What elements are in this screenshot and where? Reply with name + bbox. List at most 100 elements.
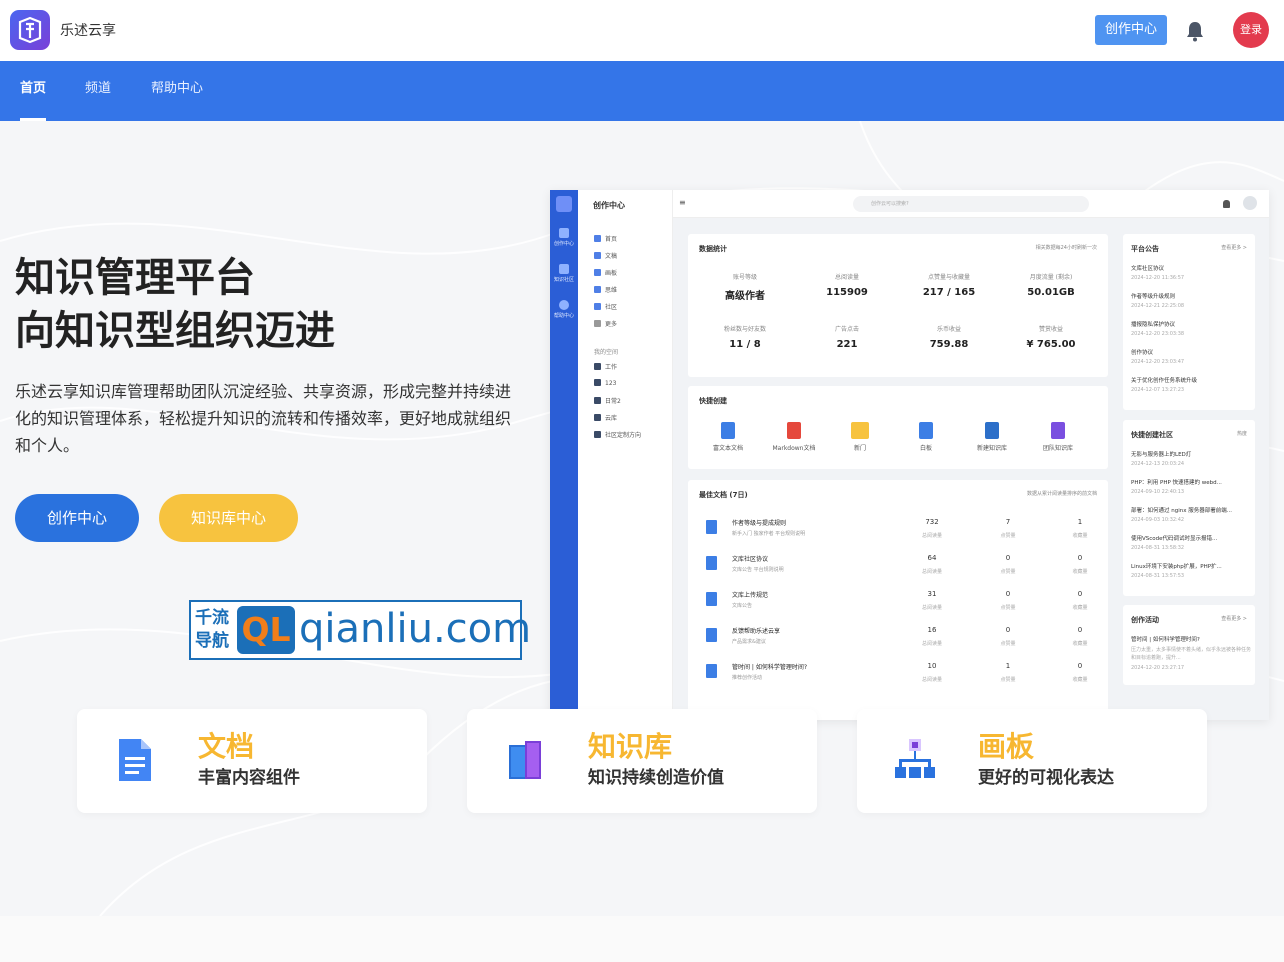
quick-create-item: 新门: [830, 422, 890, 452]
create-center-button[interactable]: 创作中心: [1095, 15, 1167, 45]
announcement-item: 播报隐私保护协议 2024-12-20 23:03:38: [1131, 320, 1251, 337]
quick-create-item: 新建知识库: [962, 422, 1022, 452]
doc-icon: [706, 628, 717, 642]
stat-item: 账号等级 高级作者: [700, 272, 790, 302]
doc-metric-label: 收藏量: [1072, 677, 1088, 683]
folder-label: 工作: [605, 364, 618, 371]
logo-icon: [18, 16, 42, 44]
announcement-date: 2024-12-07 13:27:23: [1131, 387, 1185, 393]
rail-label: 知识社区: [554, 277, 575, 283]
stat-value: 高级作者: [725, 291, 765, 302]
notification-bell-icon[interactable]: [1185, 20, 1205, 42]
hero-title-line2: 向知识型组织迈进: [15, 308, 335, 354]
whiteboard-icon: [919, 422, 933, 439]
dashboard-bell-icon: [1223, 200, 1230, 208]
feature-card-docs[interactable]: 文档 丰富内容组件: [77, 709, 427, 813]
doc-metric-label: 点赞量: [1000, 533, 1016, 539]
community-date: 2024-09-03 10:32:42: [1131, 517, 1185, 523]
announcement-item: 关于优化创作任务系统升级 2024-12-07 13:27:23: [1131, 376, 1251, 393]
community-date: 2024-08-31 13:58:32: [1131, 545, 1185, 551]
doc-icon: [706, 520, 717, 534]
rail-item-create: 创作中心: [554, 228, 574, 247]
stat-label: 粉丝数与好友数: [723, 326, 766, 333]
sidebar-title: 创作中心: [593, 201, 625, 210]
doc-icon: [706, 592, 717, 606]
folder-label: 社区定制方向: [605, 432, 642, 439]
quick-create-label: 新门: [853, 445, 866, 452]
community-item: 无影与服务器上的LED灯 2024-12-13 20:03:24: [1131, 450, 1251, 467]
markdown-doc-icon: [787, 422, 801, 439]
books-icon: [509, 741, 541, 779]
community-text: 部署：如何通过 nginx 服务器部署前端...: [1131, 508, 1232, 514]
stat-item: 粉丝数与好友数 11 / 8: [700, 324, 790, 350]
login-button[interactable]: 登录: [1233, 12, 1269, 48]
sidebar-item-label: 文稿: [605, 253, 618, 260]
doc-row: 管时间 | 如何科学管理时间? 推荐创作活动 10 1 0 总阅读量 点赞量 收…: [698, 660, 1098, 690]
announcement-text: 文库社区协议: [1131, 266, 1165, 272]
sidebar-item-label: 思维: [605, 287, 618, 294]
doc-metric: 10: [927, 662, 937, 670]
feature-card-kb[interactable]: 知识库 知识持续创造价值: [467, 709, 817, 813]
hero-title: 知识管理平台 向知识型组织迈进: [15, 252, 335, 358]
doc-row: 作者等级与提成规则 新手入门 独家作者 平台规则说明 732 7 1 总阅读量 …: [698, 516, 1098, 546]
doc-icon: [706, 556, 717, 570]
doc-tags: 新手入门 独家作者 平台规则说明: [732, 531, 806, 537]
folder-item: 云库: [594, 413, 617, 422]
announcement-date: 2024-12-21 22:25:08: [1131, 303, 1185, 309]
announcement-text: 关于优化创作任务系统升级: [1131, 378, 1198, 384]
doc-row: 文库社区协议 文库公告 平台规则说明 64 0 0 总阅读量 点赞量 收藏量: [698, 552, 1098, 582]
doc-name: 管时间 | 如何科学管理时间?: [732, 664, 808, 671]
dashboard-sidebar: 创作中心 首页 文稿 画板 思维 社区 更多 我的空间 工作 123 日常2 云…: [578, 190, 673, 720]
doc-name: 文库上传规范: [732, 592, 769, 599]
sidebar-item-label: 更多: [605, 321, 618, 328]
app-logo[interactable]: [10, 10, 50, 50]
nav-item-help[interactable]: 帮助中心: [151, 61, 203, 121]
doc-metric-label: 点赞量: [1000, 641, 1016, 647]
brand-name[interactable]: 乐述云享: [60, 20, 116, 40]
nav-item-channels[interactable]: 频道: [85, 61, 111, 121]
watermark-cn-line2: 导航: [195, 631, 229, 651]
quick-create-label: Markdown文档: [772, 445, 816, 452]
doc-metric: 7: [1005, 518, 1011, 526]
nav-item-home[interactable]: 首页: [20, 61, 47, 121]
doc-tags: 文库公告: [732, 603, 753, 609]
stat-label: 总阅读量: [834, 274, 859, 281]
dashboard-avatar: [1243, 196, 1257, 210]
quick-create-item: 团队知识库: [1028, 422, 1088, 452]
hero-description: 乐述云享知识库管理帮助团队沉淀经验、共享资源，形成完整并持续进化的知识管理体系，…: [15, 382, 512, 455]
rail-item-community: 知识社区: [554, 264, 574, 283]
activity-item: 管时间 | 如何科学管理时间? 压力太重，太多事情使不着头绪，似乎永远被各种任务…: [1131, 635, 1251, 671]
hero-create-button[interactable]: 创作中心: [15, 494, 139, 542]
community-item: 使用VScode代码调试时显示报错... 2024-08-31 13:58:32: [1131, 534, 1251, 551]
community-panel: 快捷创建社区 热度 无影与服务器上的LED灯 2024-12-13 20:03:2…: [1123, 420, 1255, 596]
hero-kb-button[interactable]: 知识库中心: [159, 494, 298, 542]
watermark-ql: QL: [237, 606, 295, 654]
doc-metric-label: 总阅读量: [921, 641, 942, 647]
new-kb-icon: [985, 422, 999, 439]
doc-metric: 64: [927, 554, 937, 562]
document-icon: [119, 739, 151, 781]
dashboard-rail: 创作中心 知识社区 帮助中心: [550, 190, 578, 720]
doc-metric: 0: [1005, 554, 1011, 562]
stats-title: 数据统计: [699, 245, 727, 253]
announcement-text: 作者等级升级规则: [1131, 294, 1176, 300]
sidebar-item: 更多: [594, 319, 617, 328]
feature-title: 文档: [198, 730, 255, 763]
stat-label: 点赞量与收藏量: [927, 274, 970, 281]
announcement-item: 文库社区协议 2024-12-20 11:36:57: [1131, 264, 1251, 281]
watermark-cn: 千流 导航: [195, 607, 237, 653]
doc-metric-label: 收藏量: [1072, 533, 1088, 539]
watermark-logo: 千流 导航 QL qianliu.com: [189, 600, 531, 660]
community-title: 快捷创建社区: [1131, 431, 1173, 439]
feature-card-board[interactable]: 画板 更好的可视化表达: [857, 709, 1207, 813]
announcement-text: 创作协议: [1131, 350, 1154, 356]
best-docs-card: 最佳文档 (7日) 数据从累计阅读量排序的前文档 作者等级与提成规则 新手入门 …: [688, 480, 1108, 720]
stat-value: 217 / 165: [922, 287, 976, 298]
activity-panel: 创作活动 查看更多 > 管时间 | 如何科学管理时间? 压力太重，太多事情使不着…: [1123, 605, 1255, 685]
announcement-date: 2024-12-20 11:36:57: [1131, 275, 1185, 281]
sidebar-item: 画板: [594, 268, 617, 277]
feature-subtitle: 丰富内容组件: [198, 768, 300, 788]
stat-item: 月度流量 (剩余) 50.01GB: [1006, 272, 1096, 298]
doc-metric-label: 总阅读量: [921, 533, 942, 539]
announcement-more: 查看更多 >: [1221, 245, 1247, 251]
